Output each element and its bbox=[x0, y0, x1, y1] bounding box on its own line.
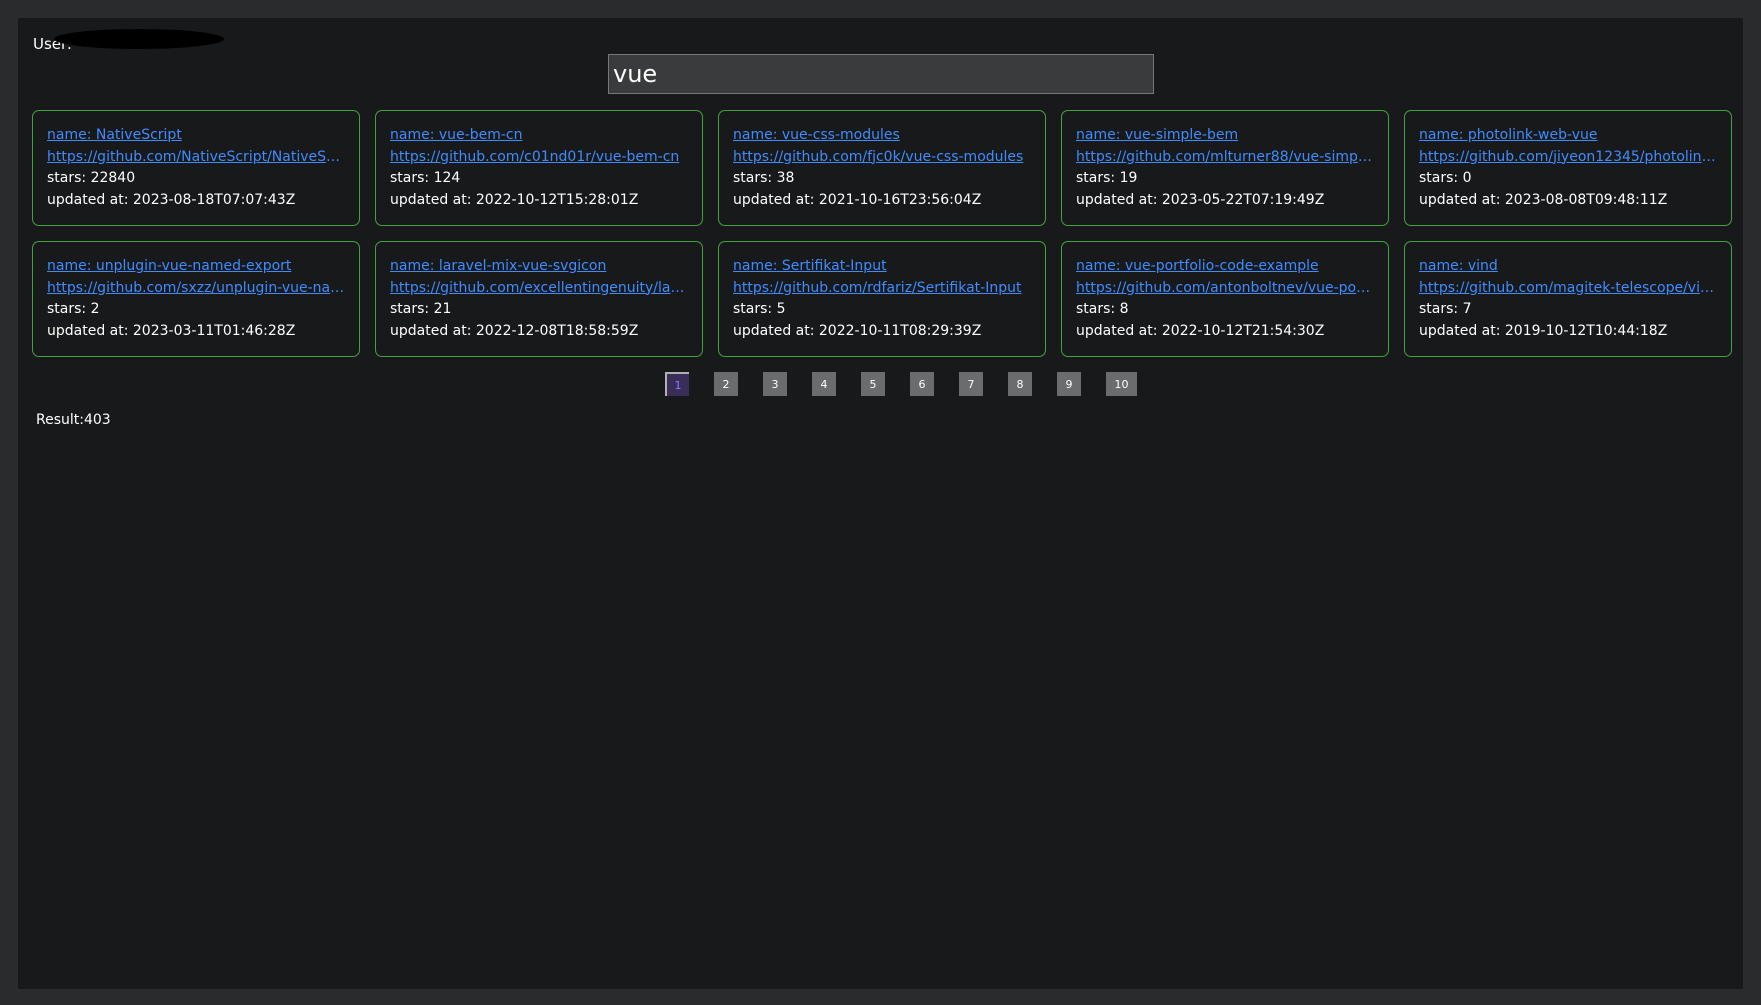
repo-updated: updated at: 2023-08-18T07:07:43Z bbox=[47, 191, 296, 208]
repo-stars: stars: 5 bbox=[733, 301, 786, 317]
repo-grid: name: NativeScript https://github.com/Na… bbox=[32, 110, 1732, 357]
page-button-8[interactable]: 8 bbox=[1008, 372, 1032, 396]
repo-card: name: vue-simple-bem https://github.com/… bbox=[1061, 110, 1389, 226]
repo-name-link[interactable]: name: unplugin-vue-named-export bbox=[47, 256, 345, 278]
repo-card: name: NativeScript https://github.com/Na… bbox=[32, 110, 360, 226]
repo-card: name: laravel-mix-vue-svgicon https://gi… bbox=[375, 241, 703, 357]
repo-name-link[interactable]: name: laravel-mix-vue-svgicon bbox=[390, 256, 688, 278]
repo-stars: stars: 124 bbox=[390, 170, 461, 186]
repo-updated: updated at: 2021-10-16T23:56:04Z bbox=[733, 191, 982, 208]
repo-card: name: vue-portfolio-code-example https:/… bbox=[1061, 241, 1389, 357]
repo-updated: updated at: 2022-10-12T15:28:01Z bbox=[390, 191, 639, 208]
pagination: 1 2 3 4 5 6 7 8 9 10 bbox=[665, 372, 1162, 396]
repo-name-link[interactable]: name: vue-bem-cn bbox=[390, 125, 688, 147]
search-input[interactable] bbox=[608, 54, 1154, 94]
repo-url-link[interactable]: https://github.com/jiyeon12345/photolink… bbox=[1419, 147, 1717, 169]
page-button-1[interactable]: 1 bbox=[665, 372, 689, 396]
repo-updated: updated at: 2022-10-11T08:29:39Z bbox=[733, 322, 982, 339]
page-button-6[interactable]: 6 bbox=[910, 372, 934, 396]
repo-name-link[interactable]: name: vind bbox=[1419, 256, 1717, 278]
repo-card: name: vue-bem-cn https://github.com/c01n… bbox=[375, 110, 703, 226]
repo-updated: updated at: 2022-12-08T18:58:59Z bbox=[390, 322, 639, 339]
repo-stars: stars: 2 bbox=[47, 301, 100, 317]
page-button-2[interactable]: 2 bbox=[714, 372, 738, 396]
repo-name-link[interactable]: name: vue-css-modules bbox=[733, 125, 1031, 147]
repo-card: name: unplugin-vue-named-export https://… bbox=[32, 241, 360, 357]
repo-url-link[interactable]: https://github.com/mlturner88/vue-simple… bbox=[1076, 147, 1374, 169]
repo-updated: updated at: 2022-10-12T21:54:30Z bbox=[1076, 322, 1325, 339]
repo-url-link[interactable]: https://github.com/antonboltnev/vue-port… bbox=[1076, 278, 1374, 300]
repo-name-link[interactable]: name: Sertifikat-Input bbox=[733, 256, 1031, 278]
page-button-3[interactable]: 3 bbox=[763, 372, 787, 396]
page-button-5[interactable]: 5 bbox=[861, 372, 885, 396]
redacted-username bbox=[54, 29, 224, 49]
repo-stars: stars: 8 bbox=[1076, 301, 1129, 317]
repo-url-link[interactable]: https://github.com/rdfariz/Sertifikat-In… bbox=[733, 278, 1031, 300]
page-button-7[interactable]: 7 bbox=[959, 372, 983, 396]
repo-url-link[interactable]: https://github.com/magitek-telescope/vin… bbox=[1419, 278, 1717, 300]
repo-updated: updated at: 2019-10-12T10:44:18Z bbox=[1419, 322, 1668, 339]
page-button-9[interactable]: 9 bbox=[1057, 372, 1081, 396]
repo-stars: stars: 21 bbox=[390, 301, 452, 317]
result-count: Result:403 bbox=[36, 412, 111, 428]
repo-stars: stars: 7 bbox=[1419, 301, 1472, 317]
repo-name-link[interactable]: name: vue-simple-bem bbox=[1076, 125, 1374, 147]
page-button-4[interactable]: 4 bbox=[812, 372, 836, 396]
repo-stars: stars: 19 bbox=[1076, 170, 1138, 186]
repo-card: name: photolink-web-vue https://github.c… bbox=[1404, 110, 1732, 226]
repo-name-link[interactable]: name: photolink-web-vue bbox=[1419, 125, 1717, 147]
repo-stars: stars: 22840 bbox=[47, 170, 136, 186]
repo-url-link[interactable]: https://github.com/fjc0k/vue-css-modules bbox=[733, 147, 1031, 169]
repo-card: name: vind https://github.com/magitek-te… bbox=[1404, 241, 1732, 357]
repo-card: name: Sertifikat-Input https://github.co… bbox=[718, 241, 1046, 357]
repo-stars: stars: 0 bbox=[1419, 170, 1472, 186]
repo-card: name: vue-css-modules https://github.com… bbox=[718, 110, 1046, 226]
repo-url-link[interactable]: https://github.com/NativeScript/NativeSc… bbox=[47, 147, 345, 169]
repo-url-link[interactable]: https://github.com/excellentingenuity/la… bbox=[390, 278, 688, 300]
repo-stars: stars: 38 bbox=[733, 170, 795, 186]
app-container: User: name: NativeScript https://github.… bbox=[18, 18, 1743, 989]
repo-updated: updated at: 2023-08-08T09:48:11Z bbox=[1419, 191, 1668, 208]
page-button-10[interactable]: 10 bbox=[1106, 372, 1137, 396]
repo-updated: updated at: 2023-05-22T07:19:49Z bbox=[1076, 191, 1325, 208]
repo-name-link[interactable]: name: vue-portfolio-code-example bbox=[1076, 256, 1374, 278]
repo-updated: updated at: 2023-03-11T01:46:28Z bbox=[47, 322, 296, 339]
repo-url-link[interactable]: https://github.com/c01nd01r/vue-bem-cn bbox=[390, 147, 688, 169]
repo-name-link[interactable]: name: NativeScript bbox=[47, 125, 345, 147]
repo-url-link[interactable]: https://github.com/sxzz/unplugin-vue-nam… bbox=[47, 278, 345, 300]
